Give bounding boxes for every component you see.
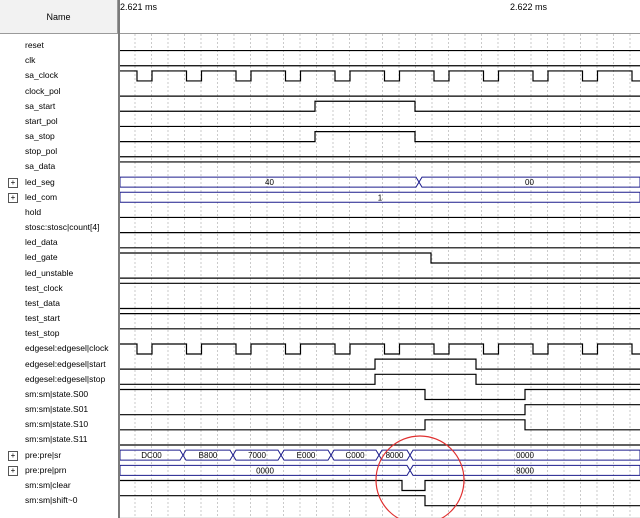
wave-led-gate	[120, 252, 640, 264]
signal-name: clk	[25, 55, 36, 66]
signal-row-sm-sm-state-s01[interactable]: sm:sm|state.S01	[0, 402, 118, 417]
signal-row-led-data[interactable]: led_data	[0, 235, 118, 250]
signal-row-led-gate[interactable]: led_gate	[0, 250, 118, 265]
signal-name: stosc:stosc|count[4]	[25, 222, 100, 233]
signal-row-test-data[interactable]: test_data	[0, 296, 118, 311]
signal-name: sm:sm|state.S11	[25, 434, 88, 445]
signal-row-led-unstable[interactable]: led_unstable	[0, 266, 118, 281]
signal-name-panel: Name reset clk sa_clock clock_pol sa_startst…	[0, 0, 118, 518]
bus-led-seg-label: 40	[265, 178, 274, 187]
signal-name: pre:pre|prn	[25, 464, 67, 475]
waveform-area[interactable]: 40 00 1 DC00 B800 7000 E000 C000 8000 0000 0000 800…	[120, 34, 640, 518]
name-column-header[interactable]: Name	[0, 0, 118, 34]
signal-row-clock-pol[interactable]: clock_pol	[0, 84, 118, 99]
expand-plus-icon[interactable]: +	[8, 465, 18, 476]
signal-name: edgesel:edgesel|clock	[25, 343, 109, 354]
wave-state-s00	[120, 388, 640, 401]
signal-row-test-stop[interactable]: test_stop	[0, 326, 118, 341]
wave-state-s01	[120, 404, 640, 416]
bus-pre-sr-label: E000	[297, 451, 316, 460]
signal-row-start-pol[interactable]: start_pol	[0, 114, 118, 129]
expand-plus-icon[interactable]: +	[8, 450, 18, 461]
wave-edgesel-clock	[120, 343, 640, 355]
signal-name: led_seg	[25, 176, 55, 187]
bus-pre-sr-label: B800	[199, 451, 218, 460]
signal-row-sm-sm-clear[interactable]: sm:sm|clear	[0, 478, 118, 493]
signal-name: edgesel:edgesel|stop	[25, 373, 106, 384]
signal-name: sa_clock	[25, 70, 59, 81]
expand-plus-icon[interactable]: +	[8, 177, 18, 188]
time-ruler[interactable]: 2.621 ms 2.622 ms	[120, 0, 640, 34]
signal-row-test-start[interactable]: test_start	[0, 311, 118, 326]
bus-pre-sr-label: DC00	[141, 451, 162, 460]
signal-name: led_unstable	[25, 267, 74, 278]
wave-sa-start	[120, 100, 640, 112]
wave-sa-stop	[120, 131, 640, 143]
wave-edgesel-stop	[120, 373, 640, 385]
signal-name: test_stop	[25, 328, 60, 339]
signal-name: sm:sm|state.S01	[25, 404, 89, 415]
bus-pre-sr-label: 0000	[516, 451, 534, 460]
signal-row-edgesel-edgesel-clock[interactable]: edgesel:edgesel|clock	[0, 341, 118, 356]
signal-name: led_gate	[25, 252, 58, 263]
wave-state-s10	[120, 419, 640, 431]
signal-name: clock_pol	[25, 85, 61, 96]
signal-name: test_start	[25, 313, 60, 324]
signal-row-stop-pol[interactable]: stop_pol	[0, 144, 118, 159]
signal-row-sm-sm-state-s11[interactable]: sm:sm|state.S11	[0, 432, 118, 447]
signal-name: sm:sm|state.S00	[25, 388, 89, 399]
time-label-start: 2.621 ms	[120, 2, 158, 12]
bus-pre-prn-label: 0000	[256, 466, 274, 475]
signal-row-edgesel-edgesel-start[interactable]: edgesel:edgesel|start	[0, 357, 118, 372]
signal-name: pre:pre|sr	[25, 449, 62, 460]
bus-led-seg-label: 00	[525, 178, 534, 187]
bus-pre-sr-label: 8000	[386, 451, 404, 460]
bus-led-com-label: 1	[378, 193, 383, 202]
signal-row-sm-sm-state-s10[interactable]: sm:sm|state.S10	[0, 417, 118, 432]
signal-row-pre-pre-prn[interactable]: + pre:pre|prn	[0, 463, 118, 478]
signal-name: sa_stop	[25, 131, 55, 142]
signal-name: sa_start	[25, 100, 56, 111]
signal-name: reset	[25, 40, 44, 50]
wave-sm-clear	[120, 479, 640, 492]
signal-row-sa-stop[interactable]: sa_stop	[0, 129, 118, 144]
signal-row-sm-sm-state-s00[interactable]: sm:sm|state.S00	[0, 387, 118, 402]
signal-row-pre-pre-sr[interactable]: + pre:pre|sr	[0, 448, 118, 463]
signal-name: led_com	[25, 191, 58, 202]
signal-name: sm:sm|state.S10	[25, 419, 89, 430]
signal-name: sa_data	[25, 161, 56, 172]
wave-sa-clock	[120, 70, 640, 82]
signal-row-sa-start[interactable]: sa_start	[0, 99, 118, 114]
signal-name: hold	[25, 206, 42, 217]
signal-name: test_clock	[25, 282, 63, 293]
signal-row-led-seg[interactable]: + led_seg	[0, 175, 118, 190]
signal-row-clk[interactable]: clk	[0, 53, 118, 68]
signal-name: start_pol	[25, 115, 58, 126]
time-label-mid: 2.622 ms	[510, 2, 548, 12]
signal-name: led_data	[25, 237, 58, 248]
wave-edgesel-start	[120, 358, 640, 370]
signal-name: sm:sm|clear	[25, 479, 71, 490]
signal-row-edgesel-edgesel-stop[interactable]: edgesel:edgesel|stop	[0, 372, 118, 387]
signal-name: sm:sm|shift~0	[25, 495, 78, 506]
signal-name: edgesel:edgesel|start	[25, 358, 106, 369]
bus-pre-prn-label: 8000	[516, 466, 534, 475]
signal-row-stosc-stosc-count-4[interactable]: stosc:stosc|count[4]	[0, 220, 118, 235]
signal-row-hold[interactable]: hold	[0, 205, 118, 220]
signal-row-sm-sm-shift-0[interactable]: sm:sm|shift~0	[0, 493, 118, 508]
expand-plus-icon[interactable]: +	[8, 192, 18, 203]
signal-row-led-com[interactable]: + led_com	[0, 190, 118, 205]
bus-pre-sr-label: C000	[345, 451, 365, 460]
signal-row-reset[interactable]: reset	[0, 38, 118, 53]
signal-row-sa-data[interactable]: sa_data	[0, 159, 118, 174]
signal-row-sa-clock[interactable]: sa_clock	[0, 68, 118, 83]
signal-name: stop_pol	[25, 146, 58, 157]
bus-pre-sr-label: 7000	[248, 451, 266, 460]
signal-name: test_data	[25, 297, 60, 308]
signal-row-test-clock[interactable]: test_clock	[0, 281, 118, 296]
